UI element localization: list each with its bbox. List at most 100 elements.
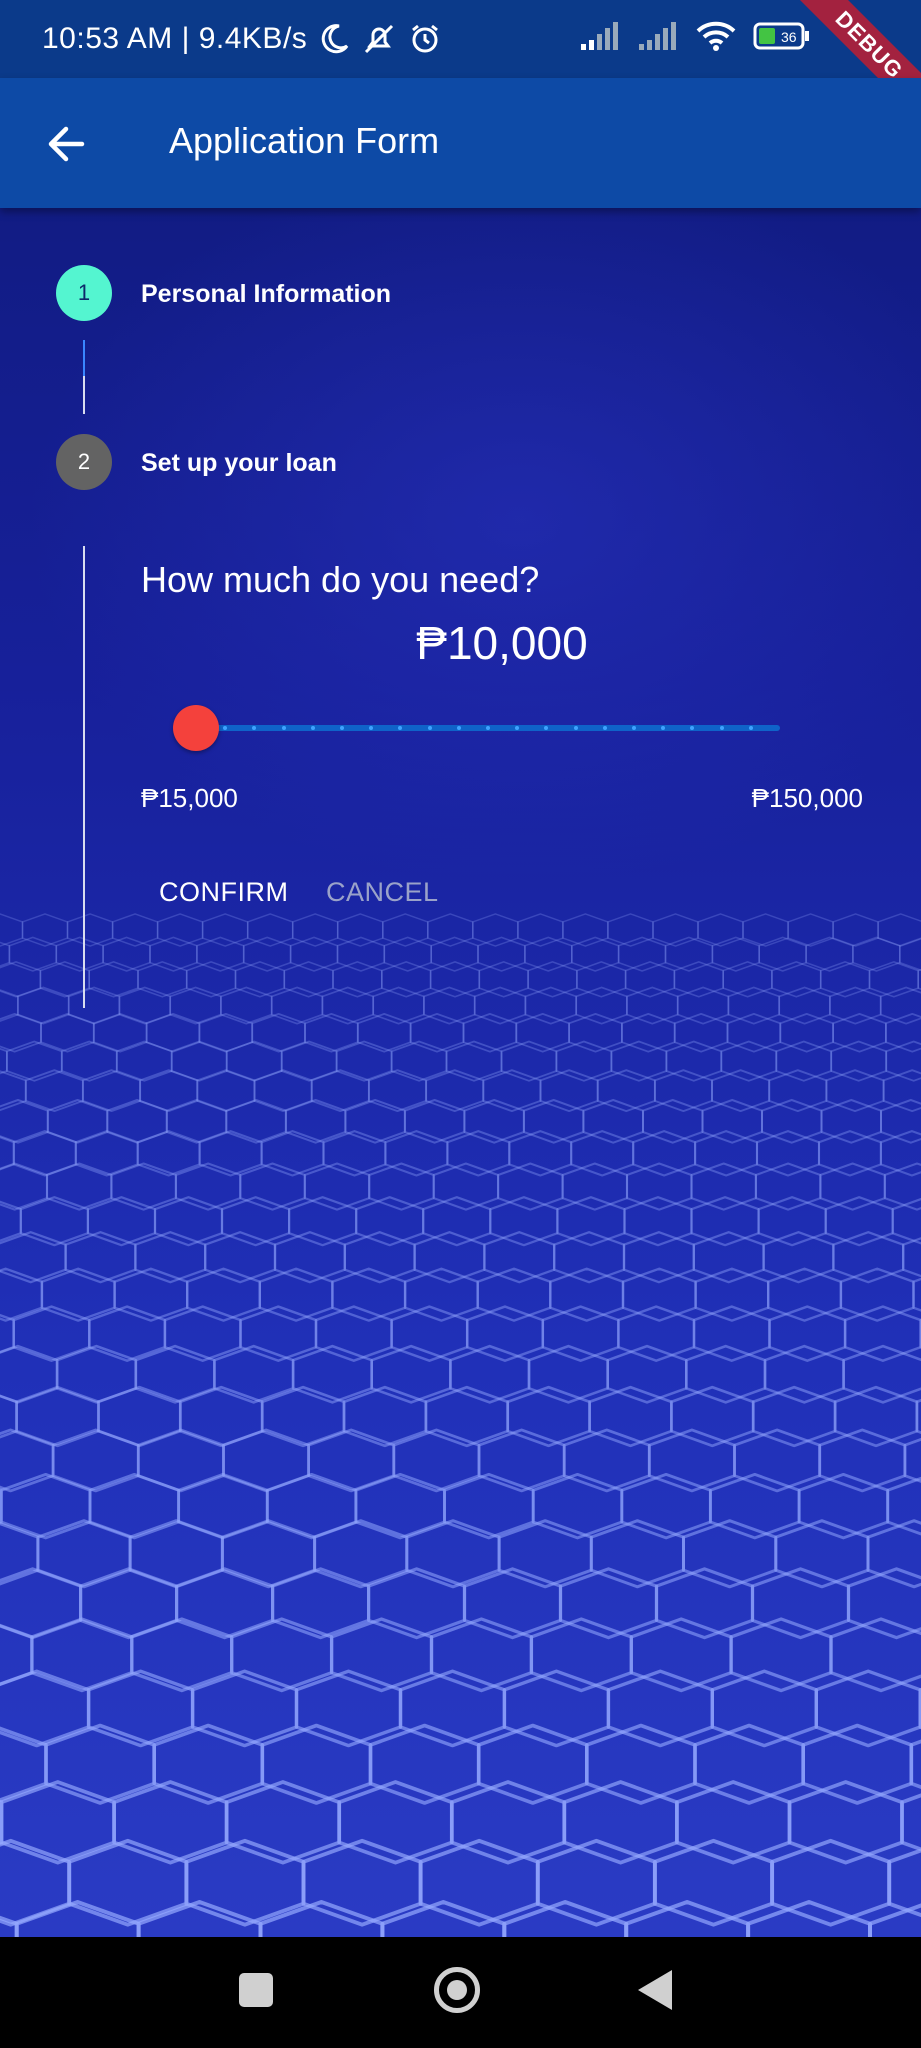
confirm-button[interactable]: CONFIRM xyxy=(159,877,288,908)
signal-icon-2 xyxy=(639,22,676,50)
hexagon-cell xyxy=(403,1099,466,1144)
hexagon-cell xyxy=(163,1305,242,1362)
hexagon-cell xyxy=(128,1519,224,1589)
step-1-indicator[interactable]: 1 xyxy=(56,265,112,321)
slider-tick xyxy=(486,726,490,730)
step-2-indicator[interactable]: 2 xyxy=(56,434,112,490)
hexagon-cell xyxy=(676,986,730,1025)
hexagon-cell xyxy=(260,1723,373,1805)
hexagon-cell xyxy=(692,1231,765,1284)
hexagon-cell xyxy=(97,1385,182,1448)
hexagon-cell xyxy=(621,1013,676,1053)
cancel-button[interactable]: CANCEL xyxy=(326,877,439,908)
hexagon-cell xyxy=(0,1231,67,1284)
system-back-button[interactable] xyxy=(638,1970,672,2010)
hexagon-cell xyxy=(301,1838,423,1927)
hexagon-cell xyxy=(531,1472,624,1540)
hexagon-cell xyxy=(820,1099,882,1144)
hexagon-cell xyxy=(356,1013,412,1053)
hexagon-cell xyxy=(883,1162,921,1211)
hexagon-cell xyxy=(0,1394,18,1439)
home-button[interactable] xyxy=(434,1967,480,2013)
slider-tick xyxy=(310,726,315,730)
hexagon-cell xyxy=(742,913,789,947)
step-content-line xyxy=(83,546,85,1008)
hexagon-cell xyxy=(852,936,901,972)
hexagon-cell xyxy=(690,1196,760,1247)
slider-min-label: ₱15,000 xyxy=(141,783,238,813)
hexagon-cell xyxy=(462,1567,563,1640)
status-right: 36 xyxy=(579,20,811,52)
hexagon-cell xyxy=(294,1669,403,1748)
hexagon-cell xyxy=(843,1305,921,1362)
loan-amount: ₱10,000 xyxy=(416,617,588,669)
hexagon-cell xyxy=(589,1519,685,1589)
battery-level: 36 xyxy=(781,29,797,45)
hexagon-cell xyxy=(909,1739,921,1789)
hexagon-cell xyxy=(620,1472,712,1540)
hexagon-cell xyxy=(891,1197,921,1245)
battery-icon: 36 xyxy=(753,22,809,50)
hexagon-cell xyxy=(755,1130,821,1177)
step-1-title[interactable]: Personal Information xyxy=(141,280,391,309)
loan-amount-slider[interactable] xyxy=(170,700,810,756)
hexagon-cell xyxy=(915,1398,921,1435)
hexagon-cell xyxy=(805,936,854,972)
hexagon-cell xyxy=(477,936,526,972)
hexagon-cell xyxy=(767,1267,843,1322)
hexagon-cell xyxy=(258,1900,385,1937)
hexagon-cell xyxy=(885,1040,921,1082)
hexagon-cell xyxy=(621,1267,697,1322)
hexagon-cell xyxy=(0,1344,59,1404)
hexagon-cell xyxy=(482,1069,542,1113)
back-button[interactable] xyxy=(42,118,94,170)
loan-question: How much do you need? xyxy=(141,559,540,600)
hexagon-cell xyxy=(517,913,564,947)
hexagon-cell xyxy=(425,1069,485,1113)
hexagon-cell xyxy=(430,936,479,972)
home-icon xyxy=(447,1980,467,2000)
slider-thumb[interactable] xyxy=(173,705,219,751)
app-bar: Application Form xyxy=(0,78,921,208)
hexagon-cell xyxy=(291,1344,374,1404)
hexagon-cell xyxy=(768,1305,847,1362)
wifi-icon xyxy=(696,21,736,51)
hexagon-cell xyxy=(380,1900,507,1937)
hexagon-cell xyxy=(67,986,121,1025)
step-2-title[interactable]: Set up your loan xyxy=(141,449,337,478)
hexagon-cell xyxy=(697,913,744,947)
signal-icon-1 xyxy=(581,22,618,50)
hexagon-cell xyxy=(390,1040,448,1082)
hexagon-cell xyxy=(694,1130,759,1177)
hexagon-cell xyxy=(336,913,384,947)
hexagon-cell xyxy=(622,1231,695,1284)
hexagon-cell xyxy=(0,913,24,947)
hexagon-cell xyxy=(690,1162,757,1211)
slider-tick xyxy=(632,726,636,730)
hexagon-cell xyxy=(198,1013,254,1053)
hexagon-cell xyxy=(623,1196,693,1247)
hexagon-cell xyxy=(86,1196,157,1247)
alarm-icon xyxy=(412,24,439,53)
hexagon-cell xyxy=(383,936,433,972)
system-navigation-bar xyxy=(0,1937,921,2048)
slider-tick xyxy=(573,726,578,730)
slider-tick xyxy=(281,726,286,730)
hexagon-cell xyxy=(477,1428,566,1493)
status-time: 10:53 AM | 9.4KB/s xyxy=(42,22,308,55)
hexagon-cell xyxy=(198,1130,263,1177)
page-title: Application Form xyxy=(169,120,440,161)
step-1-number: 1 xyxy=(77,280,91,305)
hexagon-cell xyxy=(424,1385,510,1448)
hexagon-cell xyxy=(196,1069,256,1113)
recent-apps-button[interactable] xyxy=(239,1973,273,2007)
hexagon-cell xyxy=(779,1013,834,1053)
hexagon-cell xyxy=(367,1069,428,1113)
moon-icon xyxy=(322,24,349,54)
hexagon-cell xyxy=(224,1780,342,1865)
hexagon-cell xyxy=(112,1780,229,1865)
hexagon-cell xyxy=(382,913,429,947)
slider-tick xyxy=(340,726,344,730)
slider-tick xyxy=(456,726,461,730)
status-left: 10:53 AM | 9.4KB/s xyxy=(42,22,443,56)
